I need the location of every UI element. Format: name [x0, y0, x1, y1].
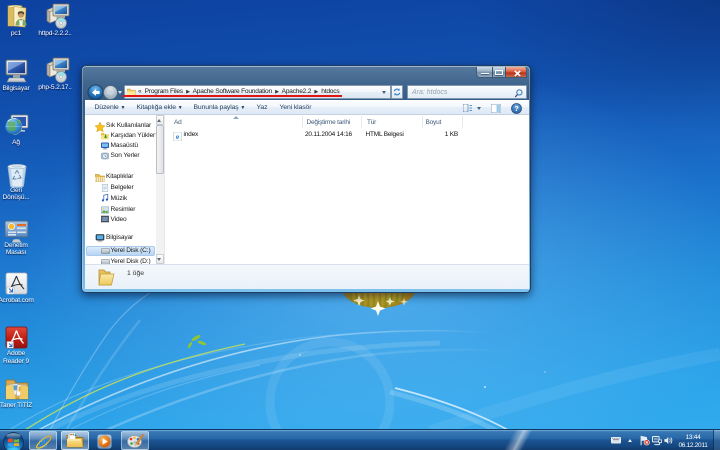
- svg-text:?: ?: [514, 104, 519, 113]
